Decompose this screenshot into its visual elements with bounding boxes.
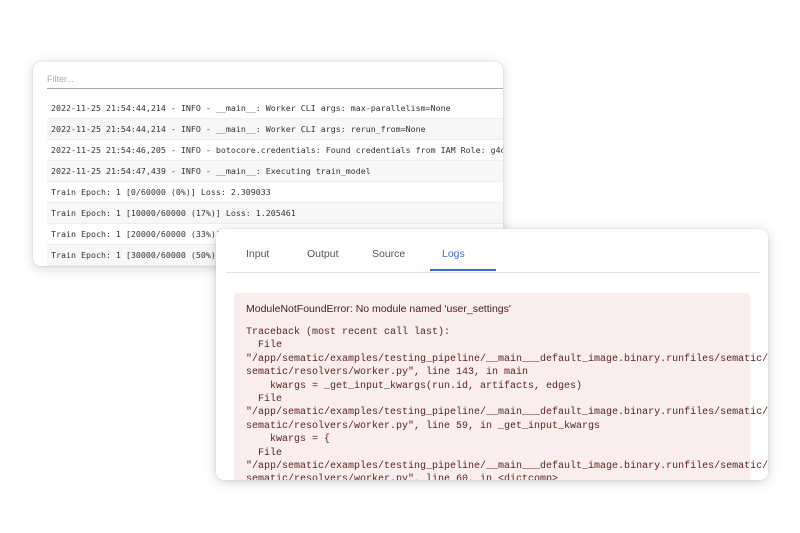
tab-bar: Input Output Source Logs: [226, 229, 760, 273]
log-line: 2022-11-25 21:54:47,439 - INFO - __main_…: [47, 161, 503, 182]
filter-input[interactable]: [47, 70, 503, 89]
log-line: 2022-11-25 21:54:44,214 - INFO - __main_…: [47, 119, 503, 140]
error-box: ModuleNotFoundError: No module named 'us…: [234, 293, 768, 480]
log-line: 2022-11-25 21:54:46,205 - INFO - botocor…: [47, 140, 503, 161]
tab-logs[interactable]: Logs: [442, 248, 465, 260]
tab-source[interactable]: Source: [372, 248, 405, 260]
run-detail-panel: Input Output Source Logs ModuleNotFoundE…: [216, 229, 768, 480]
log-line: Train Epoch: 1 [0/60000 (0%)] Loss: 2.30…: [47, 182, 503, 203]
active-tab-indicator: [430, 269, 496, 271]
tab-output[interactable]: Output: [307, 248, 339, 260]
tab-input[interactable]: Input: [246, 248, 269, 260]
error-title: ModuleNotFoundError: No module named 'us…: [246, 303, 511, 315]
log-line: Train Epoch: 1 [10000/60000 (17%)] Loss:…: [47, 203, 503, 224]
log-line: 2022-11-25 21:54:44,214 - INFO - __main_…: [47, 98, 503, 119]
traceback-text: Traceback (most recent call last): File …: [246, 327, 768, 480]
